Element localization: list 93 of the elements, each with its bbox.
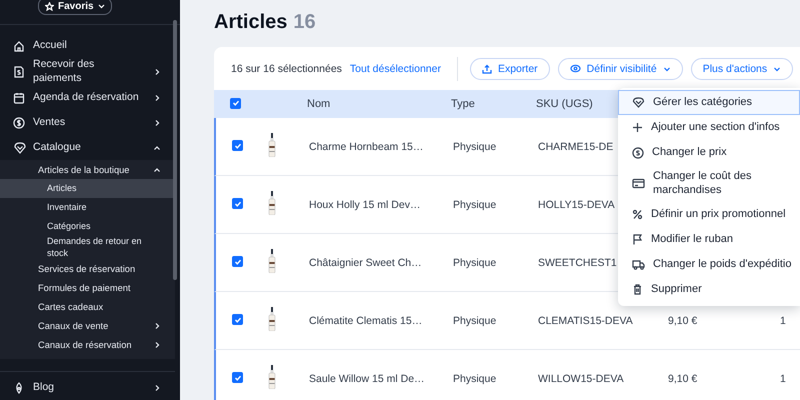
table-cell: WILLOW15-DEVA — [538, 372, 624, 384]
chevron-right-icon — [153, 118, 161, 127]
flag-icon — [632, 234, 643, 245]
menu-item[interactable]: Modifier le ruban — [618, 226, 800, 252]
favorites-button[interactable]: Favoris — [38, 0, 112, 15]
menu-item[interactable]: Supprimer — [618, 276, 800, 302]
nav-item[interactable]: Cartes cadeaux — [0, 298, 175, 317]
column-header[interactable]: Nom — [307, 98, 330, 110]
eye-icon — [570, 64, 581, 73]
bottle-image — [268, 249, 276, 273]
nav-item[interactable]: Blog — [0, 375, 175, 400]
card-icon — [632, 178, 645, 189]
table-cell: CLEMATIS15-DEVA — [538, 314, 633, 326]
scrollbar[interactable] — [173, 20, 177, 280]
nav-item[interactable]: Canaux de réservation — [0, 336, 175, 355]
bottle-image — [268, 365, 276, 389]
chevron-up-icon — [153, 166, 161, 174]
nav-item[interactable]: Canaux de vente — [0, 316, 175, 336]
checkbox[interactable] — [232, 198, 243, 210]
checkbox[interactable] — [232, 140, 243, 152]
table-cell: Physique — [453, 256, 496, 268]
table-cell: HOLLY15-DEVA — [538, 198, 615, 210]
caret-down-icon — [98, 2, 105, 10]
nav-item[interactable]: Catégories — [0, 217, 175, 236]
table-cell: Clématite Clematis 15… — [309, 314, 422, 326]
plus-icon — [632, 122, 643, 133]
nav-item[interactable]: Catalogue — [0, 135, 175, 160]
table-cell: Houx Holly 15 ml Dev… — [309, 198, 420, 210]
home-icon — [13, 40, 25, 52]
bottle-image — [268, 133, 276, 157]
caret-down-icon — [773, 64, 782, 72]
percent-icon — [632, 208, 643, 220]
table-cell: 9,10 € — [668, 372, 698, 384]
star-icon — [45, 2, 54, 10]
column-header[interactable]: Type — [451, 98, 475, 110]
nav-item[interactable]: Recevoir des paiements — [0, 58, 175, 86]
chevron-up-icon — [153, 144, 161, 152]
tag-icon — [632, 97, 645, 108]
calendar-icon — [13, 92, 25, 104]
nav-item[interactable]: Agenda de réservation — [0, 85, 175, 110]
chevron-right-icon — [153, 68, 161, 76]
table-cell: Charme Hornbeam 15… — [309, 140, 424, 152]
nav-item[interactable]: Articles de la boutique — [0, 160, 175, 180]
caret-down-icon — [662, 64, 671, 72]
export-button[interactable]: Exporter — [470, 58, 550, 80]
column-header[interactable]: SKU (UGS) — [536, 98, 593, 110]
table-cell: Physique — [453, 198, 496, 210]
tag-icon — [13, 142, 27, 154]
menu-item[interactable]: Changer le coût des marchandises — [618, 165, 800, 202]
nav-item[interactable]: Formules de paiement — [0, 278, 175, 298]
upload-icon — [482, 64, 492, 74]
dollar-circle-icon — [632, 146, 644, 158]
chevron-right-icon — [153, 341, 161, 350]
nav-item[interactable]: Demandes de retour en stock — [0, 236, 175, 260]
table-cell: SWEETCHEST1 — [538, 256, 617, 268]
table-cell: Physique — [453, 372, 496, 384]
chevron-right-icon — [153, 94, 161, 102]
table-cell: Châtaignier Sweet Ch… — [309, 256, 422, 268]
visibility-button[interactable]: Définir visibilité — [558, 58, 683, 80]
table-cell: Physique — [453, 140, 496, 152]
table-cell: CHARME15-DE — [538, 140, 614, 152]
trash-icon — [632, 284, 643, 295]
dollar-circle-icon — [13, 116, 25, 129]
menu-item[interactable]: Ajouter une section d'infos — [618, 115, 800, 140]
selection-count: 16 sur 16 sélectionnées — [231, 62, 342, 74]
table-cell: 9,10 € — [668, 314, 698, 326]
checkbox[interactable] — [232, 372, 243, 384]
nav-item[interactable]: Inventaire — [0, 198, 175, 218]
deselect-all-link[interactable]: Tout désélectionner — [350, 62, 441, 74]
table-cell: 1 — [780, 372, 786, 384]
bottle-image — [268, 307, 276, 331]
table-cell: Saule Willow 15 ml De… — [309, 372, 425, 384]
checkbox[interactable] — [230, 98, 241, 109]
chevron-right-icon — [153, 322, 161, 330]
truck-icon — [632, 258, 645, 270]
page-title: Articles — [214, 11, 288, 34]
more-actions-button[interactable]: Plus d'actions — [690, 58, 794, 80]
table-cell: 1 — [780, 314, 786, 326]
nav-item[interactable]: Ventes — [0, 110, 175, 136]
menu-item[interactable]: Définir un prix promotionnel — [618, 202, 800, 227]
checkbox[interactable] — [232, 256, 243, 268]
bottle-image — [268, 191, 276, 215]
nav-item[interactable]: Services de réservation — [0, 260, 175, 279]
item-count: 16 — [293, 11, 316, 34]
chevron-right-icon — [153, 384, 161, 392]
menu-item[interactable]: Gérer les catégories — [618, 90, 800, 115]
menu-item[interactable]: Changer le poids d'expéditio — [618, 252, 800, 277]
receipt-icon — [13, 66, 25, 78]
menu-item[interactable]: Changer le prix — [618, 140, 800, 165]
nav-item[interactable]: Accueil — [0, 33, 175, 58]
checkbox[interactable] — [232, 314, 243, 326]
nav-item[interactable]: Articles — [0, 179, 175, 198]
table-cell: Physique — [453, 314, 496, 326]
